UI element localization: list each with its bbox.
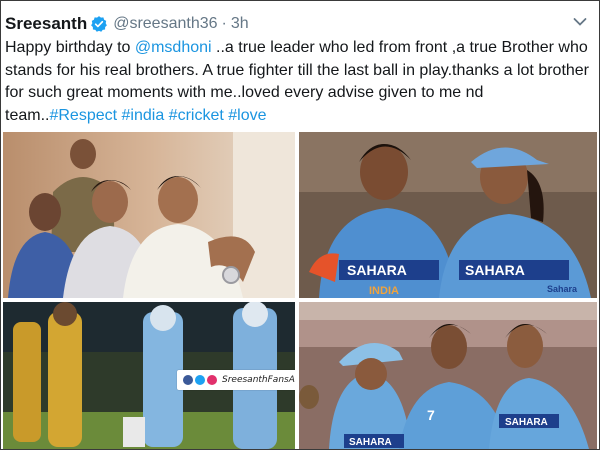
author-handle[interactable]: @sreesanth36	[113, 15, 217, 33]
chevron-down-icon[interactable]	[573, 17, 587, 27]
tweet-text-part: Happy birthday to	[5, 39, 135, 56]
jersey-number-label: 7	[427, 407, 435, 423]
photo-group-indoor[interactable]	[3, 132, 295, 298]
facebook-icon	[183, 375, 193, 385]
verified-badge-icon	[91, 16, 108, 32]
jersey-sponsor-label: SAHARA	[465, 262, 525, 278]
jersey-sponsor-label: SAHARA	[347, 262, 407, 278]
tweet-header: Sreesanth @sreesanth36 · 3h	[5, 12, 249, 36]
jersey-sponsor-label: SAHARA	[505, 417, 548, 428]
instagram-icon	[207, 375, 217, 385]
tweet-text: Happy birthday to @msdhoni ..a true lead…	[5, 37, 595, 127]
jersey-brand-label: Sahara	[547, 284, 578, 294]
photo-players-jerseys[interactable]: SAHARA INDIA SAHARA Sahara	[299, 132, 597, 298]
jersey-sponsor-label: SAHARA	[349, 437, 392, 448]
photo-team-celebration[interactable]: 7 SAHARA SAHARA	[299, 302, 597, 449]
mention-link[interactable]: @msdhoni	[135, 39, 212, 56]
separator-dot: ·	[221, 15, 227, 32]
hashtag-link[interactable]: #cricket	[169, 107, 224, 124]
tweet-media-grid: SAHARA INDIA SAHARA Sahara SreesanthFans…	[3, 132, 597, 449]
hashtag-link[interactable]: #india	[122, 107, 165, 124]
hashtag-link[interactable]: #love	[228, 107, 266, 124]
fans-association-label: SreesanthFansAssociation	[222, 375, 295, 385]
fans-association-badge: SreesanthFansAssociation	[177, 370, 295, 390]
tweet-timestamp[interactable]: 3h	[231, 15, 249, 33]
photo-match-field[interactable]: SreesanthFansAssociation	[3, 302, 295, 449]
hashtag-link[interactable]: #Respect	[49, 107, 117, 124]
twitter-icon	[195, 375, 205, 385]
jersey-country-label: INDIA	[369, 285, 399, 297]
author-display-name[interactable]: Sreesanth	[5, 14, 87, 34]
tweet-card: Sreesanth @sreesanth36 · 3h Happy birthd…	[0, 0, 600, 450]
